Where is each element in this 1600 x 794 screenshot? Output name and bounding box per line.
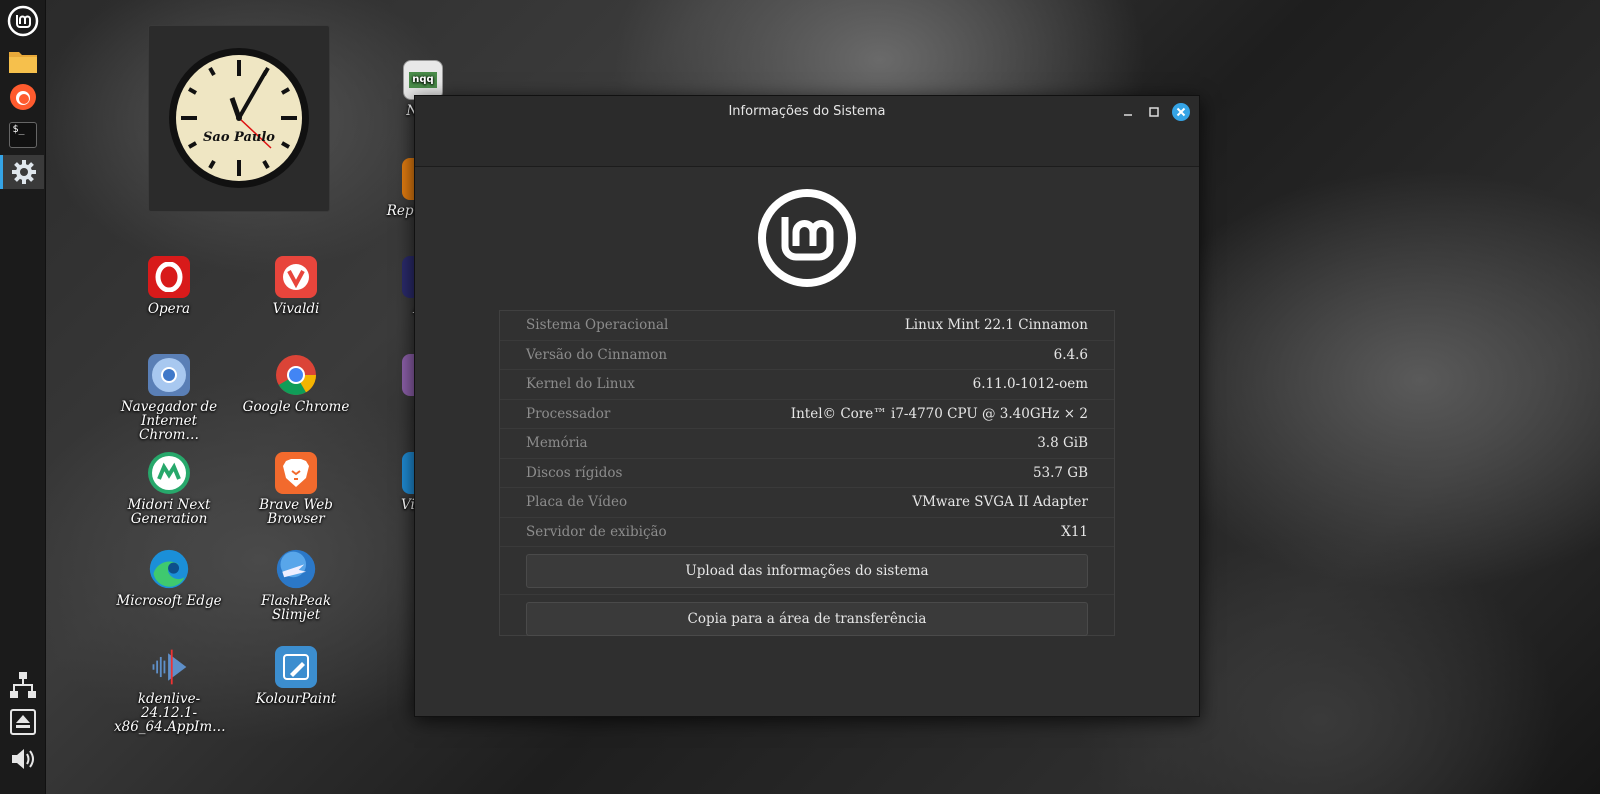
settings-launcher[interactable] (0, 155, 44, 189)
notepadqq-badge: nqq (409, 72, 437, 88)
info-row-os: Sistema Operacional Linux Mint 22.1 Cinn… (500, 311, 1114, 341)
desktop-icon-opera[interactable]: Opera (114, 256, 224, 316)
info-key: Versão do Cinnamon (526, 346, 668, 363)
info-row-hard-drives: Discos rígidos 53.7 GB (500, 459, 1114, 488)
info-row-cinnamon-version: Versão do Cinnamon 6.4.6 (500, 341, 1114, 370)
clock-desklet[interactable]: Sao Paulo (148, 25, 330, 212)
system-info-list: Sistema Operacional Linux Mint 22.1 Cinn… (499, 310, 1115, 636)
minimize-button[interactable] (1118, 102, 1138, 122)
analog-clock-face (169, 48, 309, 188)
upload-system-info-button[interactable]: Upload das informações do sistema (526, 553, 1088, 588)
info-row-kernel: Kernel do Linux 6.11.0-1012-oem (500, 370, 1114, 400)
desktop-icon-label: Navegador de Internet Chrom… (120, 399, 218, 443)
terminal-launcher[interactable]: $_ (4, 118, 41, 152)
info-row-video-card: Placa de Vídeo VMware SVGA II Adapter (500, 488, 1114, 518)
copy-to-clipboard-button[interactable]: Copia para a área de transferência (526, 601, 1088, 636)
desktop-icon-label: Microsoft Edge (116, 593, 222, 609)
close-icon (1172, 103, 1190, 121)
info-key: Placa de Vídeo (526, 494, 628, 511)
maximize-button[interactable] (1144, 102, 1164, 122)
info-value: VMware SVGA II Adapter (912, 494, 1088, 511)
network-applet[interactable] (4, 668, 41, 702)
info-key: Processador (526, 405, 611, 422)
info-row-display-server: Servidor de exibição X11 (500, 518, 1114, 547)
info-value: Intel© Core™ i7-4770 CPU @ 3.40GHz × 2 (790, 405, 1088, 422)
desktop-icon-google-chrome[interactable]: Google Chrome (241, 354, 351, 414)
desktop-icon-label: FlashPeak Slimjet (260, 593, 332, 623)
desktop-icon-label: kdenlive-24.12.1-x86_64.AppIm… (114, 691, 226, 735)
notepadqq-icon: nqq (403, 60, 443, 100)
kolourpaint-icon (275, 646, 317, 688)
desktop-icon-label: Brave Web Browser (259, 497, 333, 527)
sound-applet[interactable] (4, 742, 41, 776)
desktop-icon-vivaldi[interactable]: Vivaldi (241, 256, 351, 316)
network-icon (9, 672, 36, 698)
info-key: Memória (526, 435, 588, 452)
info-value: 3.8 GiB (1037, 435, 1088, 452)
slimjet-globe-icon (275, 548, 317, 590)
info-value: 6.4.6 (1053, 346, 1088, 363)
info-value: X11 (1061, 523, 1088, 540)
left-panel: $_ (0, 0, 46, 794)
volume-icon (11, 749, 34, 769)
terminal-glyph: $_ (12, 124, 25, 135)
firefox-icon (9, 84, 36, 110)
window-titlebar[interactable]: Informações do Sistema (415, 96, 1199, 167)
chrome-icon (275, 354, 317, 396)
info-row-memory: Memória 3.8 GiB (500, 429, 1114, 459)
edge-icon (148, 548, 190, 590)
info-key: Discos rígidos (526, 464, 623, 481)
midori-icon (148, 452, 190, 494)
opera-icon (148, 256, 190, 298)
desktop-icon-label: Midori Next Generation (127, 497, 211, 527)
info-row-processor: Processador Intel© Core™ i7-4770 CPU @ 3… (500, 400, 1114, 429)
brave-lion-icon (275, 452, 317, 494)
upload-row: Upload das informações do sistema (500, 547, 1114, 595)
close-button[interactable] (1171, 102, 1191, 122)
info-value: 53.7 GB (1032, 464, 1088, 481)
files-launcher[interactable] (4, 44, 41, 78)
desktop-icon-slimjet[interactable]: FlashPeak Slimjet (241, 548, 351, 622)
clock-city-label: Sao Paulo (203, 130, 275, 145)
chromium-icon (148, 354, 190, 396)
desktop-icon-kolourpaint[interactable]: KolourPaint (241, 646, 351, 706)
terminal-icon: $_ (8, 122, 37, 148)
mint-menu-icon (7, 5, 38, 37)
removable-drives-applet[interactable] (4, 705, 41, 739)
desktop-icon-kdenlive[interactable]: kdenlive-24.12.1-x86_64.AppIm… (114, 646, 226, 735)
kdenlive-icon (148, 646, 190, 688)
mint-menu-button[interactable] (4, 4, 41, 38)
desktop-icon-label: Vivaldi (272, 301, 320, 317)
desktop-icon-label: Google Chrome (242, 399, 350, 415)
info-key: Kernel do Linux (526, 376, 635, 393)
system-info-window: Informações do Sistema Sistema Operacion… (414, 95, 1200, 717)
desktop-icon-label: Opera (147, 301, 191, 317)
folder-icon (8, 52, 37, 73)
eject-icon (9, 709, 36, 735)
firefox-launcher[interactable] (4, 80, 41, 114)
copy-row: Copia para a área de transferência (500, 595, 1114, 642)
info-key: Sistema Operacional (526, 317, 669, 334)
desktop-icon-label: KolourPaint (255, 691, 337, 707)
desktop-icon-brave[interactable]: Brave Web Browser (241, 452, 351, 526)
window-title: Informações do Sistema (728, 104, 886, 119)
vivaldi-icon (275, 256, 317, 298)
desktop-icon-chromium[interactable]: Navegador de Internet Chrom… (114, 354, 224, 442)
maximize-icon (1149, 107, 1159, 117)
desktop-icon-edge[interactable]: Microsoft Edge (114, 548, 224, 608)
info-key: Servidor de exibição (526, 523, 667, 540)
linux-mint-logo-icon (758, 189, 856, 287)
minimize-icon (1124, 114, 1132, 116)
info-value: Linux Mint 22.1 Cinnamon (904, 317, 1088, 334)
desktop-icon-midori[interactable]: Midori Next Generation (114, 452, 224, 526)
settings-gear-icon (11, 160, 36, 184)
info-value: 6.11.0-1012-oem (972, 376, 1088, 393)
